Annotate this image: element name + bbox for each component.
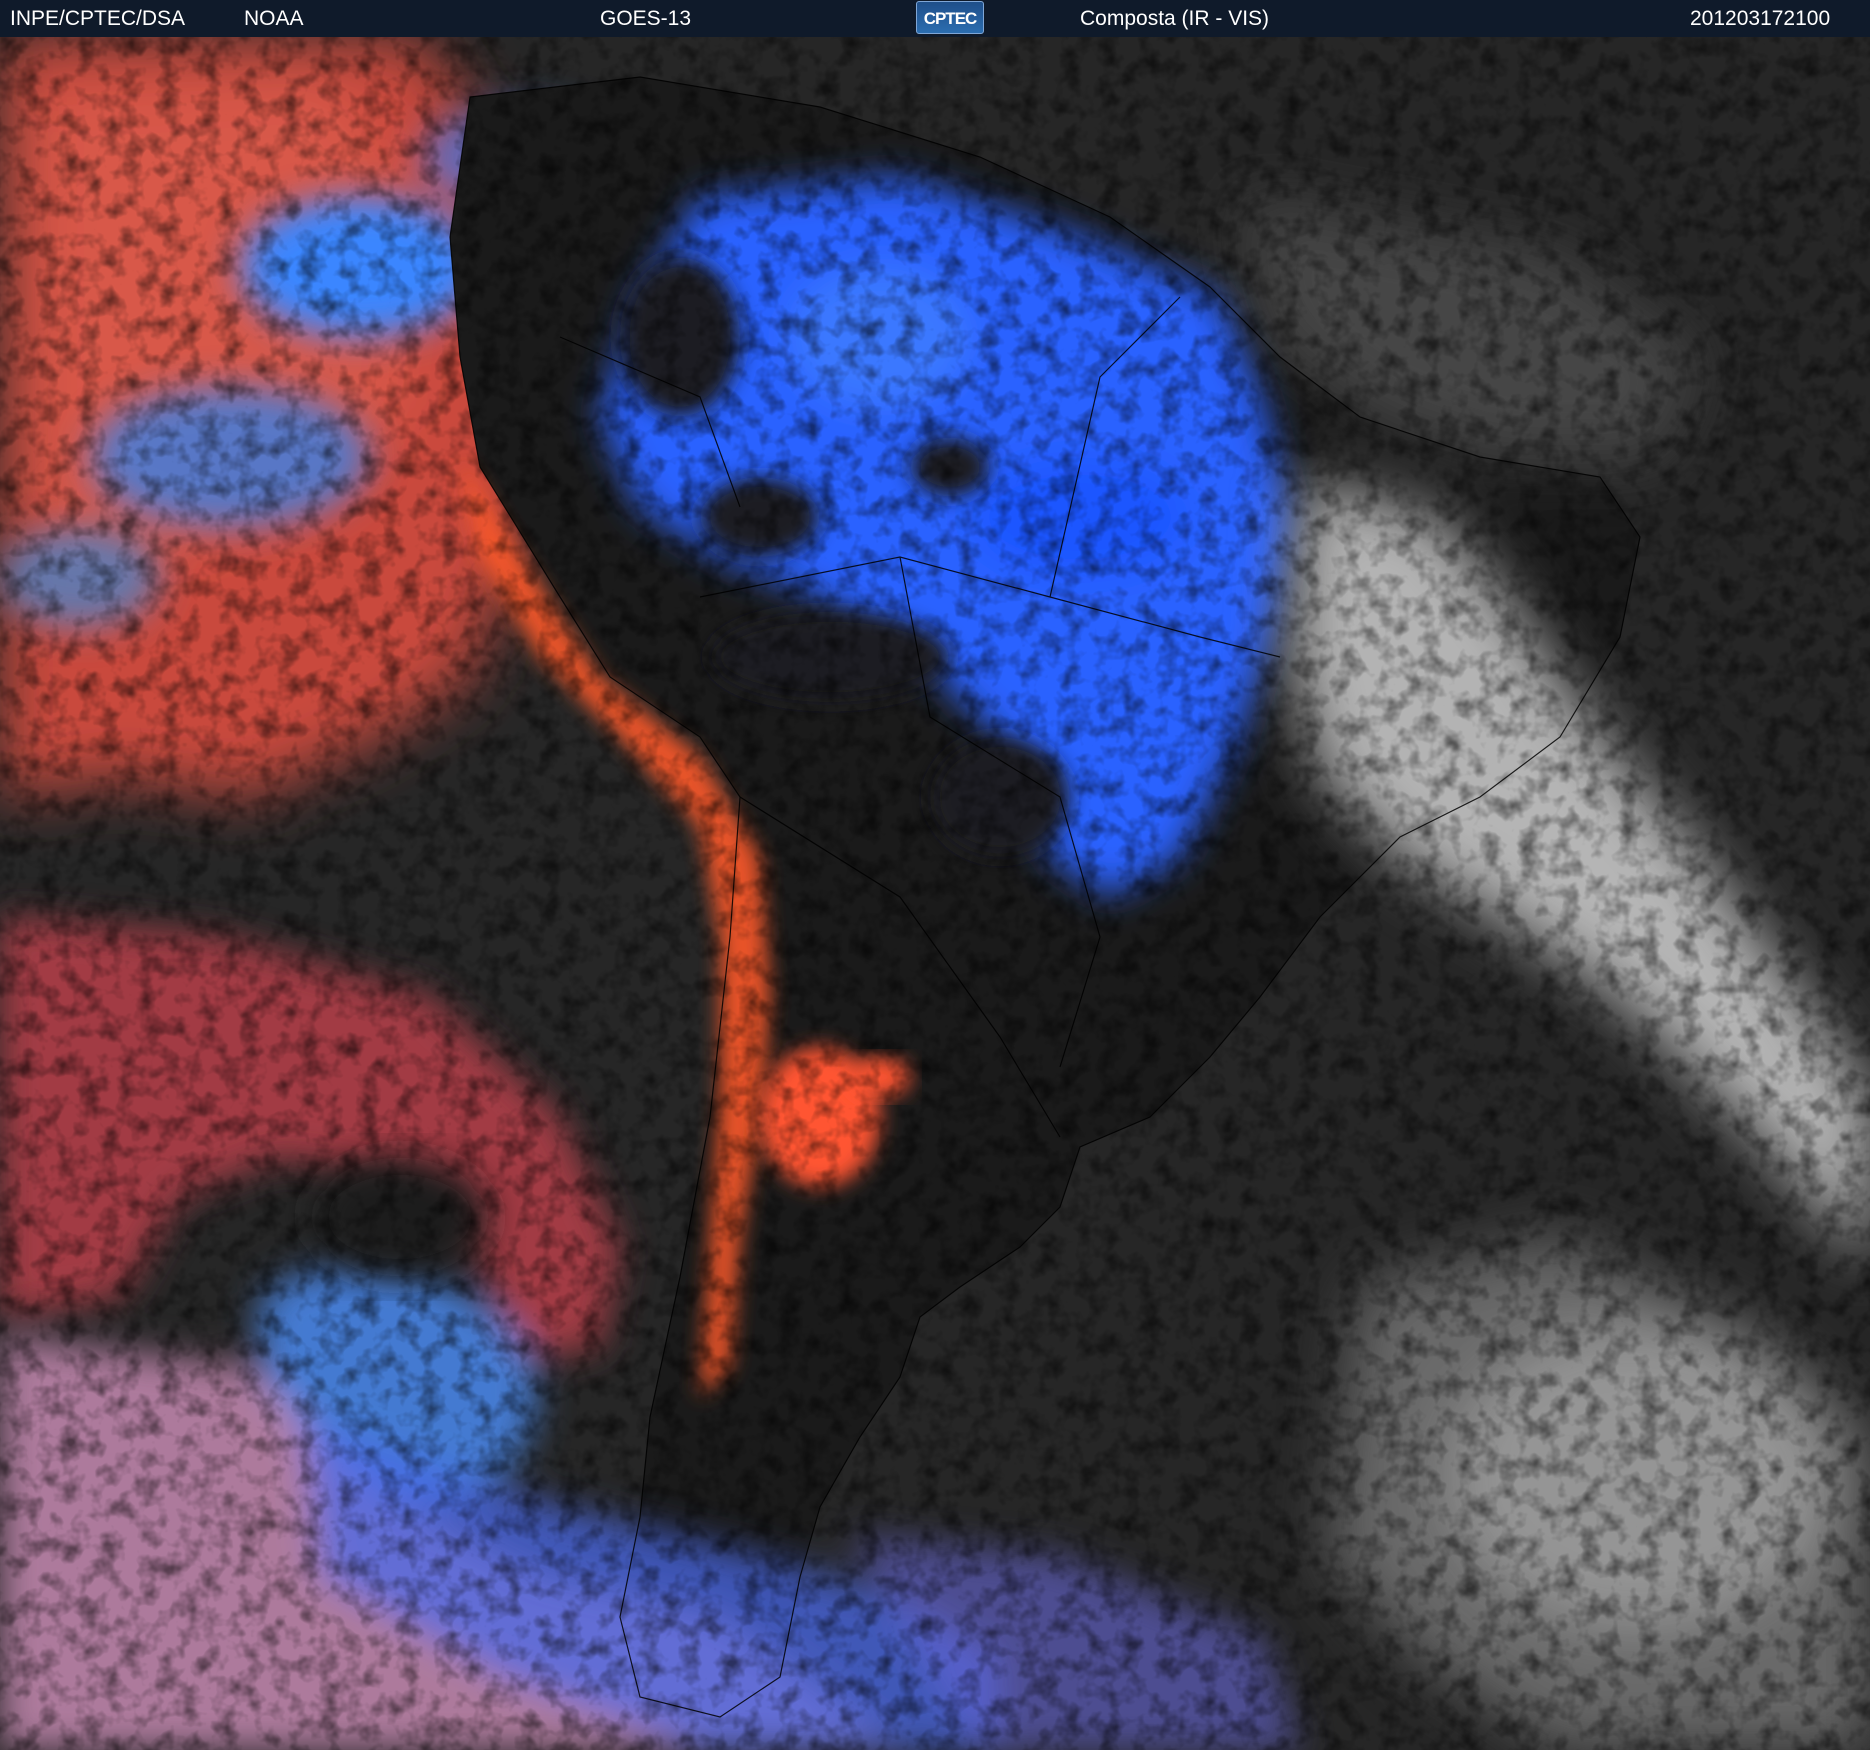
- partner-label: NOAA: [244, 7, 304, 30]
- satellite-image: [0, 37, 1870, 1750]
- cptec-logo: CPTEC: [916, 1, 984, 34]
- product-label: Composta (IR - VIS): [1080, 7, 1270, 30]
- noise-texture: [0, 37, 1870, 1750]
- header-bar: INPE/CPTEC/DSA NOAA GOES-13 CPTEC Compos…: [0, 0, 1870, 37]
- agency-label: INPE/CPTEC/DSA: [10, 7, 186, 30]
- satellite-label: GOES-13: [600, 7, 692, 30]
- timestamp-label: 201203172100: [1690, 7, 1831, 30]
- satellite-composite-svg: [0, 37, 1870, 1750]
